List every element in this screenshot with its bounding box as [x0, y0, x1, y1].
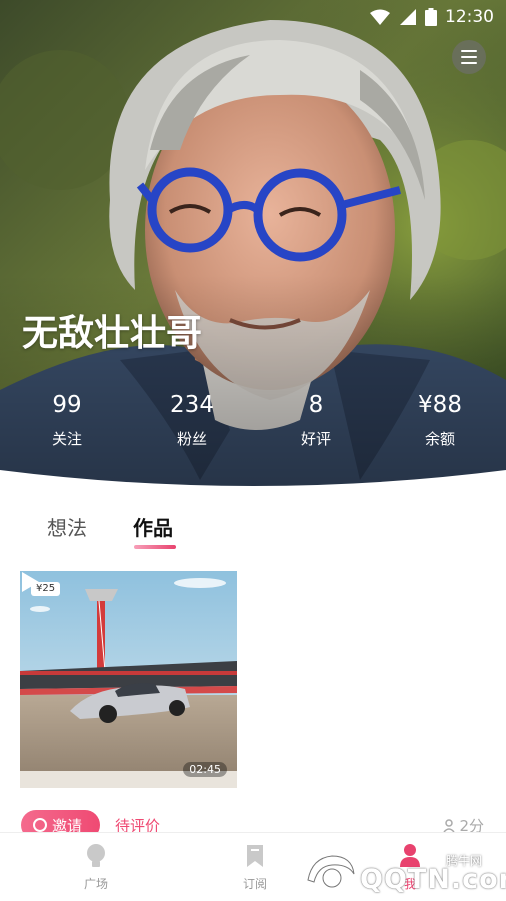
stat-label: 好评 — [300, 430, 331, 448]
stat-following[interactable]: 99 关注 — [17, 390, 117, 449]
hamburger-menu-icon — [461, 50, 477, 64]
stat-value: ¥88 — [418, 392, 462, 418]
header-curve-divider — [0, 470, 506, 500]
nav-item-add[interactable] — [290, 843, 370, 845]
watermark-logo — [307, 855, 355, 888]
nav-label: 广场 — [83, 877, 108, 891]
video-duration: 02:45 — [183, 762, 227, 777]
video-thumbnail — [20, 571, 237, 788]
profile-header: 12:30 无敌壮壮哥 99 关注 234 粉丝 8 好评 ¥88 余额 — [0, 0, 506, 500]
stat-balance[interactable]: ¥88 余额 — [390, 390, 490, 449]
stat-reviews[interactable]: 8 好评 — [266, 390, 366, 449]
stat-followers[interactable]: 234 粉丝 — [142, 390, 242, 449]
wifi-icon — [370, 9, 390, 25]
stat-label: 关注 — [51, 430, 82, 448]
profile-username: 无敌壮壮哥 — [22, 313, 203, 354]
tab-ideas[interactable]: 想法 — [47, 512, 87, 541]
nav-item-plaza[interactable]: 广场 — [56, 843, 136, 892]
status-time: 12:30 — [445, 7, 494, 27]
work-card-video[interactable]: ¥25 02:45 — [20, 571, 237, 788]
nav-label: 订阅 — [242, 877, 267, 891]
menu-button[interactable] — [452, 40, 486, 74]
signal-icon — [400, 9, 416, 25]
stat-label: 余额 — [424, 430, 455, 448]
watermark-text: QQTN.com — [360, 864, 506, 895]
stat-value: 99 — [52, 392, 82, 418]
profile-stats: 99 关注 234 粉丝 8 好评 ¥88 余额 — [0, 390, 506, 460]
stat-label: 粉丝 — [176, 430, 207, 448]
battery-icon — [425, 8, 437, 26]
watermark: 腾牛网 QQTN.com — [302, 848, 506, 896]
bookmark-icon — [247, 845, 263, 867]
stat-value: 234 — [170, 392, 214, 418]
bulb-icon — [87, 844, 105, 867]
play-icon[interactable] — [20, 571, 40, 593]
stat-value: 8 — [308, 392, 324, 418]
user-icon — [443, 818, 456, 833]
status-bar: 12:30 — [0, 0, 506, 34]
tab-active-indicator — [134, 545, 176, 549]
invite-ring-icon — [33, 818, 47, 832]
tab-works[interactable]: 作品 — [133, 512, 173, 541]
content-tabs: 想法 作品 — [0, 510, 506, 554]
nav-item-subscribe[interactable]: 订阅 — [215, 843, 295, 892]
